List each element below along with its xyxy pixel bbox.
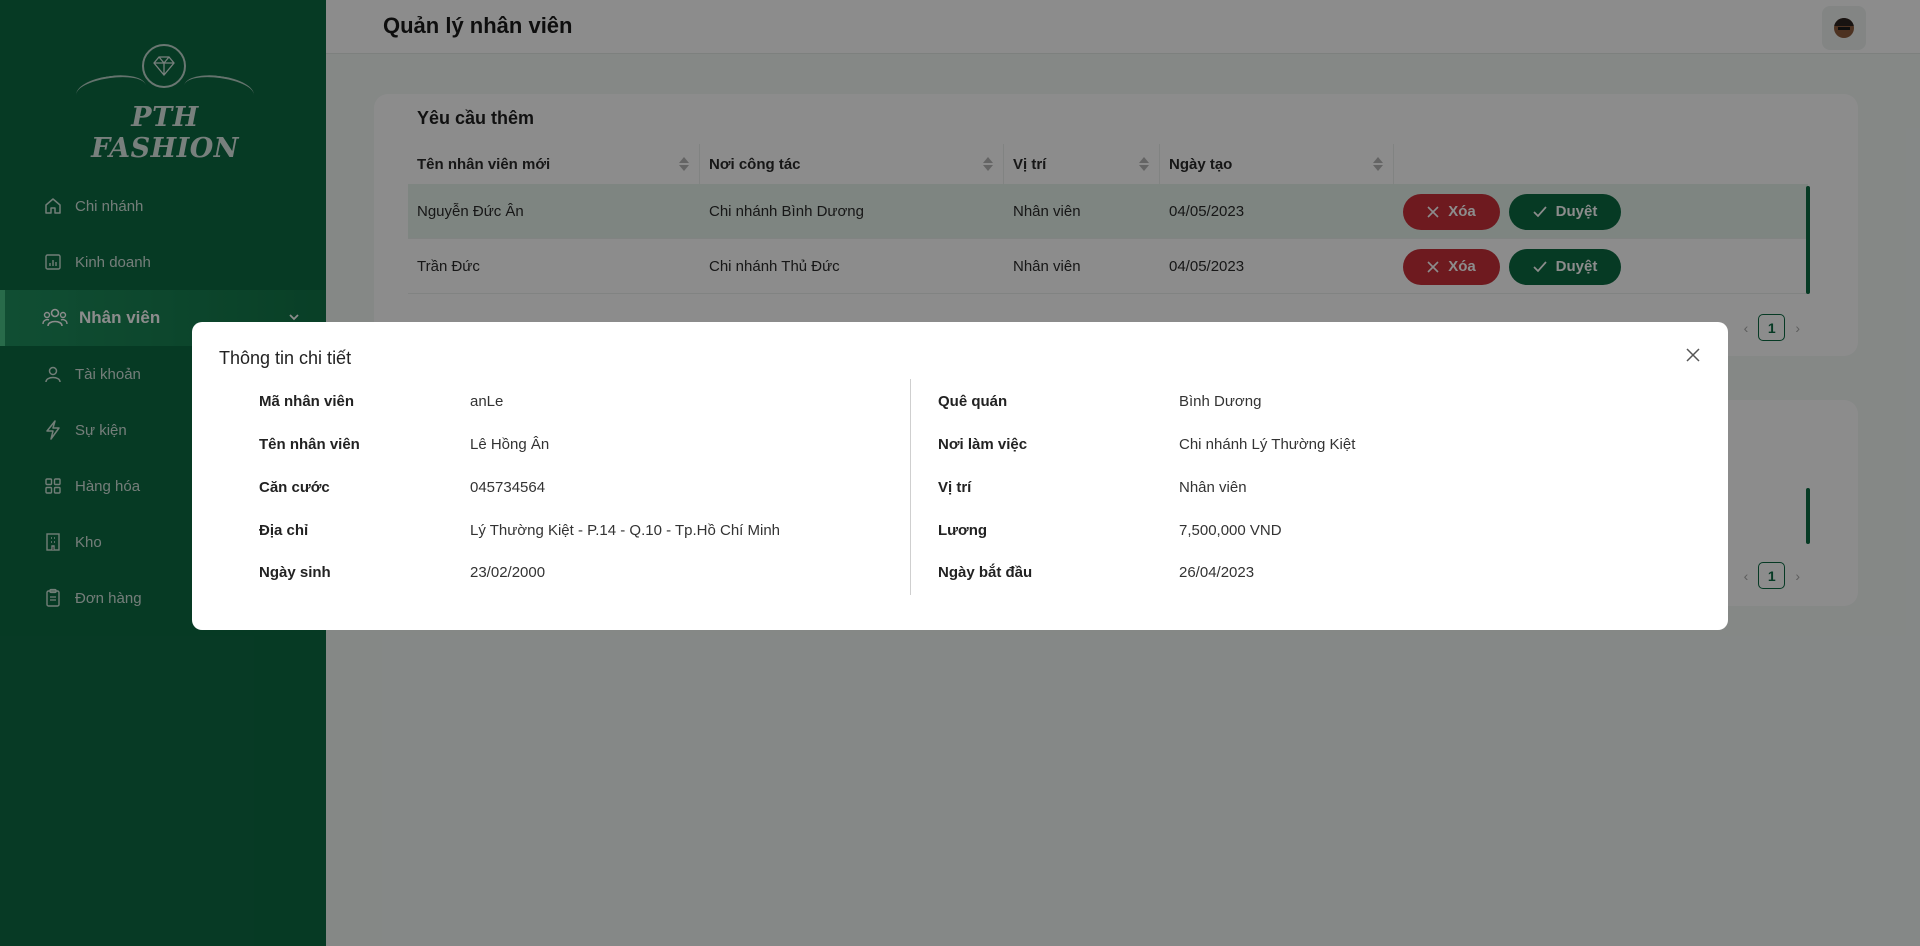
field-label: Địa chỉ [259, 522, 309, 539]
field-label: Tên nhân viên [259, 436, 360, 453]
field-label: Mã nhân viên [259, 393, 355, 410]
field-value: 26/04/2023 [1179, 564, 1255, 581]
field-value: Nhân viên [1179, 479, 1247, 496]
field-value: 23/02/2000 [470, 564, 546, 581]
field-label: Vị trí [938, 479, 972, 496]
field-label: Quê quán [938, 393, 1008, 410]
close-icon[interactable] [1680, 342, 1706, 368]
field-label: Ngày bắt đầu [938, 564, 1033, 581]
field-value: Lê Hồng Ân [470, 436, 550, 453]
column-divider [910, 379, 911, 595]
field-value: 045734564 [470, 479, 546, 496]
field-label: Nơi làm việc [938, 436, 1028, 453]
field-value: Bình Dương [1179, 393, 1262, 410]
field-label: Lương [938, 522, 988, 539]
field-value: 7,500,000 VND [1179, 522, 1282, 539]
field-value: anLe [470, 393, 504, 410]
field-value: Lý Thường Kiệt - P.14 - Q.10 - Tp.Hồ Chí… [470, 522, 781, 539]
field-label: Ngày sinh [259, 564, 331, 581]
field-value: Chi nhánh Lý Thường Kiệt [1179, 436, 1356, 453]
field-label: Căn cước [259, 479, 330, 496]
modal-title: Thông tin chi tiết [219, 348, 352, 368]
employee-detail-modal: Thông tin chi tiết Mã nhân viên anLe Tên… [192, 322, 1728, 630]
